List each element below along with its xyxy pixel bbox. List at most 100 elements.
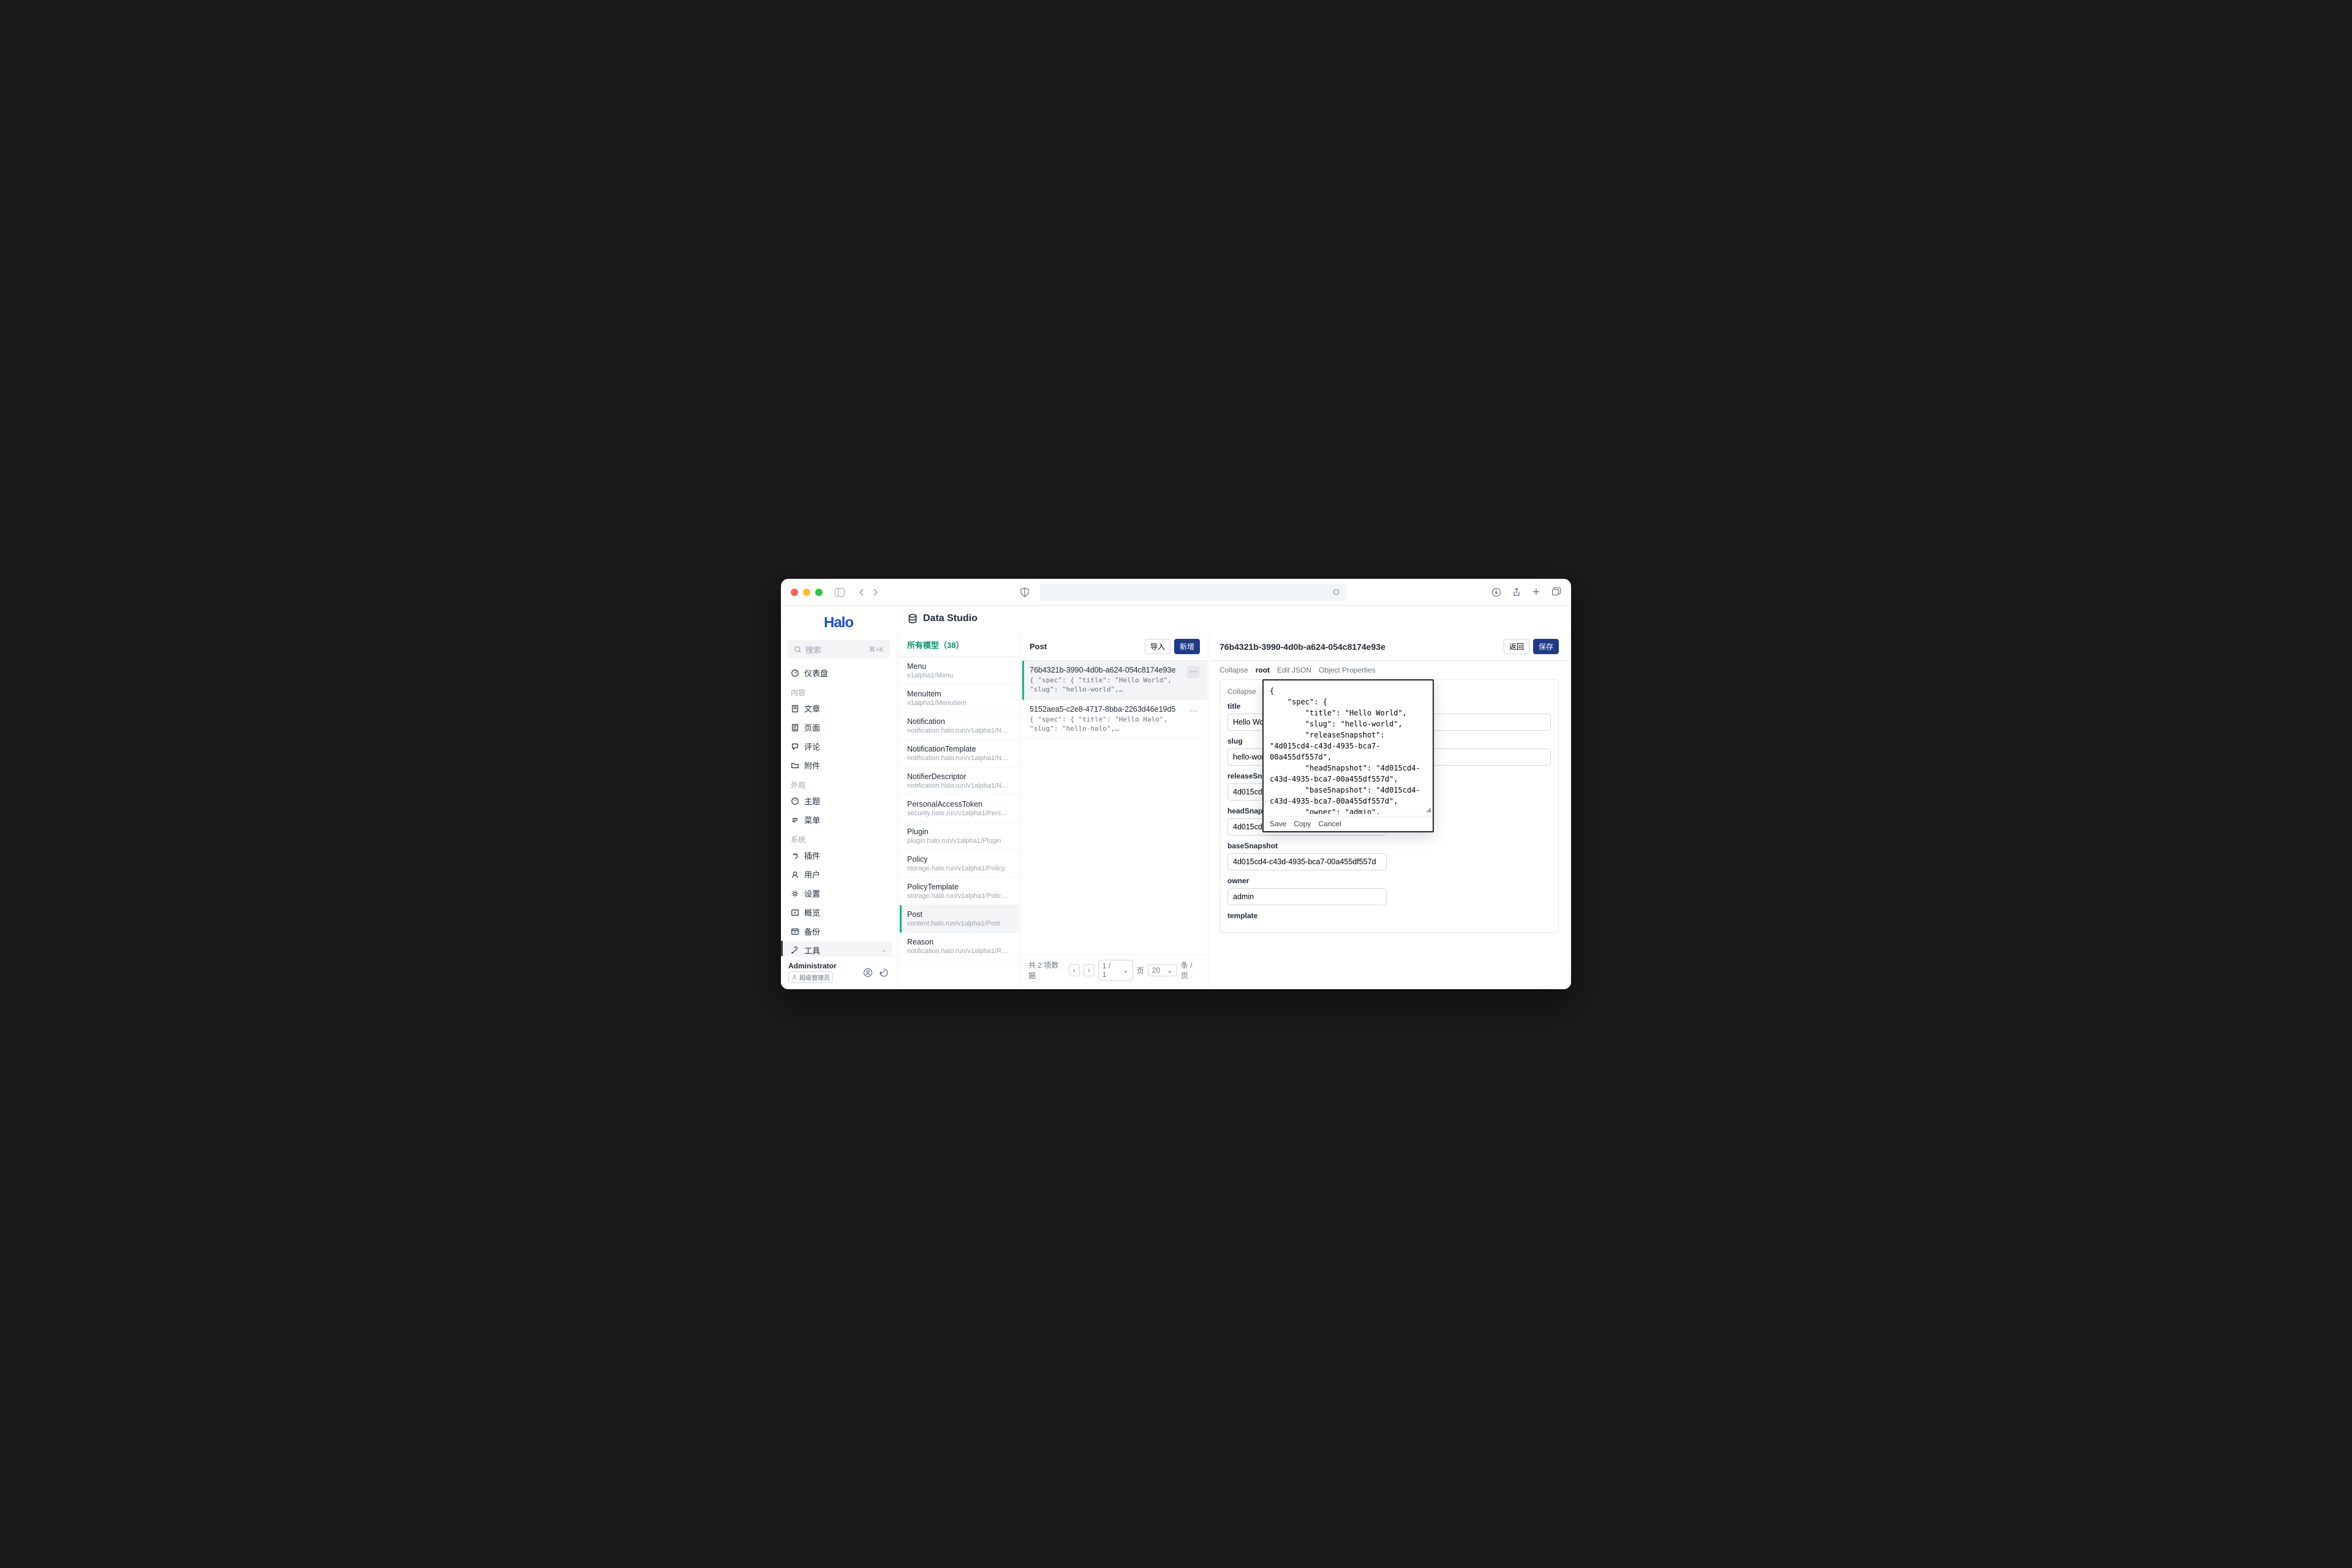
sidebar-item-posts[interactable]: 文章 — [785, 699, 892, 718]
maximize-window-icon[interactable] — [815, 589, 823, 596]
model-item[interactable]: PolicyTemplatestorage.halo.run/v1alpha1/… — [900, 878, 1019, 905]
crumb-root[interactable]: root — [1256, 666, 1270, 674]
sidebar-item-tools[interactable]: 工具 ⌄ — [781, 941, 892, 956]
import-button[interactable]: 导入 — [1145, 639, 1170, 654]
sidebar-item-themes[interactable]: 主题 — [785, 791, 892, 810]
reload-icon[interactable] — [1332, 588, 1340, 596]
field-template: template — [1227, 911, 1551, 920]
search-input[interactable]: 搜索 ⌘+K — [787, 640, 890, 658]
model-item[interactable]: Postcontent.halo.run/v1alpha1/Post — [900, 905, 1019, 933]
record-item[interactable]: 5152aea5-c2e8-4717-8bba-2263d46e19d5{ "s… — [1022, 700, 1207, 739]
json-copy-button[interactable]: Copy — [1294, 820, 1311, 828]
back-button[interactable]: 返回 — [1504, 639, 1529, 654]
url-bar[interactable] — [1040, 584, 1346, 601]
sidebar-item-backup[interactable]: 备份 — [785, 922, 892, 941]
sidebar-item-comments[interactable]: 评论 — [785, 737, 892, 756]
model-title: MenuItem — [907, 690, 1011, 698]
json-save-button[interactable]: Save — [1270, 820, 1286, 828]
new-button[interactable]: 新增 — [1174, 639, 1200, 654]
logo[interactable]: Halo — [781, 606, 896, 638]
model-sub: notification.halo.run/v1alpha1/NotifierD… — [907, 782, 1011, 790]
user-panel: Administrator 超级管理员 — [781, 956, 896, 989]
privacy-shield-icon[interactable] — [1020, 587, 1029, 597]
model-title: Notification — [907, 717, 1011, 726]
json-editor-textarea[interactable] — [1264, 680, 1433, 814]
back-icon[interactable] — [858, 588, 864, 597]
model-item[interactable]: Notificationnotification.halo.run/v1alph… — [900, 712, 1019, 740]
wrench-icon — [791, 946, 799, 955]
search-icon — [793, 645, 802, 654]
user-info: Administrator 超级管理员 — [788, 962, 858, 983]
downloads-icon[interactable] — [1491, 587, 1501, 597]
model-sub: content.halo.run/v1alpha1/Post — [907, 920, 1011, 927]
owner-input[interactable] — [1227, 888, 1387, 905]
minimize-window-icon[interactable] — [803, 589, 810, 596]
sidebar-item-users[interactable]: 用户 — [785, 865, 892, 884]
model-item[interactable]: NotificationTemplatenotification.halo.ru… — [900, 740, 1019, 767]
record-item[interactable]: 76b4321b-3990-4d0b-a624-054c8174e93e{ "s… — [1022, 661, 1207, 700]
share-icon[interactable] — [1512, 587, 1521, 597]
sidebar-item-pages[interactable]: 页面 — [785, 718, 892, 737]
sidebar: Halo 搜索 ⌘+K 仪表盘 内容 文章 页面 — [781, 606, 896, 989]
columns: 所有模型（38） Menuv1alpha1/MenuMenuItemv1alph… — [896, 633, 1571, 989]
page-select[interactable]: 1 / 1 ⌄ — [1098, 960, 1133, 981]
page-title: Data Studio — [923, 613, 978, 624]
model-sub: v1alpha1/MenuItem — [907, 699, 1011, 707]
model-item[interactable]: NotifierDescriptornotification.halo.run/… — [900, 767, 1019, 795]
sidebar-item-settings[interactable]: 设置 — [785, 884, 892, 903]
model-title: NotificationTemplate — [907, 745, 1011, 753]
sidebar-toggle-icon[interactable] — [835, 588, 845, 597]
forward-icon[interactable] — [873, 588, 879, 597]
model-sub: security.halo.run/v1alpha1/PersonalAcces… — [907, 810, 1011, 817]
model-item[interactable]: Policystorage.halo.run/v1alpha1/Policy — [900, 850, 1019, 878]
model-item[interactable]: Menuv1alpha1/Menu — [900, 657, 1019, 685]
records-column: Post 导入 新增 76b4321b-3990-4d0b-a624-054c8… — [1022, 633, 1207, 986]
crumb-collapse-spec[interactable]: Collapse — [1227, 687, 1256, 696]
sidebar-item-overview[interactable]: 概览 — [785, 903, 892, 922]
model-title: Policy — [907, 855, 1011, 864]
profile-icon[interactable] — [863, 968, 873, 978]
json-cancel-button[interactable]: Cancel — [1318, 820, 1341, 828]
models-header: 所有模型（38） — [900, 633, 1019, 657]
tabs-icon[interactable] — [1551, 587, 1561, 597]
per-page-label: 条 / 页 — [1181, 960, 1201, 981]
nav-group-appearance: 外观 — [785, 775, 892, 791]
more-icon[interactable]: ⋯ — [1187, 666, 1200, 678]
sidebar-item-label: 附件 — [804, 760, 820, 771]
model-item[interactable]: Reasonnotification.halo.run/v1alpha1/Rea… — [900, 933, 1019, 960]
json-editor-buttons: Save Copy Cancel — [1264, 816, 1433, 831]
model-item[interactable]: Pluginplugin.halo.run/v1alpha1/Plugin — [900, 823, 1019, 850]
model-title: NotifierDescriptor — [907, 772, 1011, 781]
crumb-edit-json[interactable]: Edit JSON — [1277, 666, 1311, 674]
sidebar-item-dashboard[interactable]: 仪表盘 — [785, 663, 892, 682]
sidebar-item-menus[interactable]: 菜单 — [785, 810, 892, 829]
record-preview: { "spec": { "title": "Hello Halo", "slug… — [1030, 715, 1182, 734]
sidebar-item-attachments[interactable]: 附件 — [785, 756, 892, 775]
sidebar-item-plugins[interactable]: 插件 — [785, 846, 892, 865]
menu-icon — [791, 816, 799, 824]
close-window-icon[interactable] — [791, 589, 798, 596]
crumb-object-properties[interactable]: Object Properties — [1319, 666, 1376, 674]
traffic-lights — [791, 589, 823, 596]
prev-page[interactable]: ‹ — [1069, 964, 1080, 976]
crumb-collapse[interactable]: Collapse — [1219, 666, 1248, 674]
new-tab-icon[interactable] — [1532, 587, 1540, 597]
records-list[interactable]: 76b4321b-3990-4d0b-a624-054c8174e93e { "s… — [1022, 661, 1207, 954]
record-title: 5152aea5-c2e8-4717-8bba-2263d46e19d5 — [1030, 705, 1182, 714]
user-role-badge: 超级管理员 — [788, 971, 833, 983]
model-item[interactable]: PersonalAccessTokensecurity.halo.run/v1a… — [900, 795, 1019, 823]
models-list[interactable]: Menuv1alpha1/MenuMenuItemv1alpha1/MenuIt… — [900, 657, 1019, 986]
basesnapshot-input[interactable] — [1227, 853, 1387, 870]
browser-window: Halo 搜索 ⌘+K 仪表盘 内容 文章 页面 — [781, 579, 1571, 989]
resize-handle-icon[interactable] — [1425, 807, 1431, 813]
size-select[interactable]: 20 ⌄ — [1148, 964, 1177, 976]
record-title: 76b4321b-3990-4d0b-a624-054c8174e93e — [1030, 666, 1182, 674]
next-page[interactable]: › — [1084, 964, 1095, 976]
model-sub: storage.halo.run/v1alpha1/PolicyTemplate — [907, 892, 1011, 900]
app: Halo 搜索 ⌘+K 仪表盘 内容 文章 页面 — [781, 606, 1571, 989]
logout-icon[interactable] — [879, 968, 889, 978]
detail-title: 76b4321b-3990-4d0b-a624-054c8174e93e — [1219, 642, 1385, 652]
save-button[interactable]: 保存 — [1533, 639, 1559, 654]
more-icon[interactable]: ⋯ — [1187, 705, 1200, 717]
model-item[interactable]: MenuItemv1alpha1/MenuItem — [900, 685, 1019, 712]
